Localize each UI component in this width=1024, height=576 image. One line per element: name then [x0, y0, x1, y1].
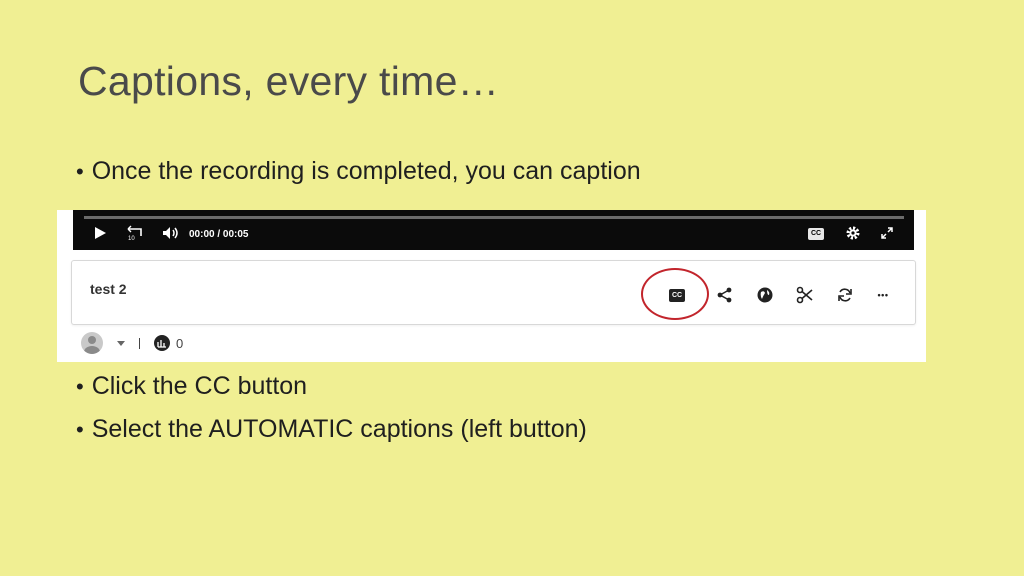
bullet-text: Once the recording is completed, you can… [91, 157, 641, 185]
chevron-down-icon[interactable] [117, 340, 125, 346]
fullscreen-icon[interactable] [880, 226, 894, 240]
svg-text:10: 10 [128, 236, 135, 241]
bullet-text: Select the AUTOMATIC captions (left butt… [91, 415, 587, 443]
video-info-card: test 2 CC ••• [71, 260, 916, 325]
volume-icon[interactable] [162, 226, 180, 240]
refresh-icon[interactable] [835, 285, 855, 305]
screenshot-panel: 10 00:00 / 00:05 CC test 2 CC ••• 0 [57, 210, 926, 362]
slide-title: Captions, every time… [78, 58, 500, 104]
current-time: 00:00 [189, 229, 215, 240]
play-icon[interactable] [93, 226, 107, 240]
time-separator: / [217, 229, 221, 240]
analytics-icon[interactable] [154, 335, 170, 351]
settings-gear-icon[interactable] [845, 225, 861, 241]
time-display: 00:00 / 00:05 [189, 229, 249, 240]
video-player-controls: 10 00:00 / 00:05 CC [73, 210, 914, 250]
divider [139, 337, 140, 349]
progress-bar[interactable] [84, 216, 904, 219]
bullet-2: • Click the CC button [76, 372, 308, 400]
video-title: test 2 [90, 281, 127, 297]
globe-icon[interactable] [755, 285, 775, 305]
bullet-text: Click the CC button [91, 372, 308, 400]
bullet-1: • Once the recording is completed, you c… [76, 157, 641, 185]
scissors-icon[interactable] [795, 285, 815, 305]
rewind-10-icon[interactable]: 10 [125, 225, 145, 241]
share-icon[interactable] [715, 285, 735, 305]
bullet-3: • Select the AUTOMATIC captions (left bu… [76, 415, 587, 443]
cc-icon[interactable]: CC [808, 228, 824, 240]
owner-row: 0 [81, 332, 183, 354]
more-icon[interactable]: ••• [873, 285, 893, 305]
views-count: 0 [176, 335, 184, 351]
avatar[interactable] [81, 332, 103, 354]
duration: 00:05 [222, 229, 249, 240]
cc-highlight-circle [641, 268, 709, 320]
